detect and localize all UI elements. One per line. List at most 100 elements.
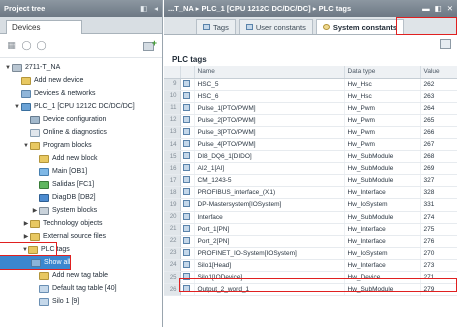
collapse-arrow-icon[interactable]: ▼ — [4, 65, 12, 71]
grid-view-icon[interactable]: ▦ — [6, 40, 17, 51]
table-options-icon[interactable] — [440, 39, 451, 49]
collapse-arrow-icon[interactable]: ▼ — [13, 104, 21, 110]
value-cell[interactable]: 266 — [420, 126, 457, 139]
data-type-cell[interactable]: Hw_SubModule — [344, 150, 421, 164]
value-cell[interactable]: 268 — [420, 150, 457, 164]
tree-node[interactable]: Silo 1 [9] — [0, 295, 162, 308]
expand-arrow-icon[interactable]: ▶ — [22, 220, 30, 227]
value-cell[interactable]: 262 — [420, 78, 457, 91]
tree-node[interactable]: ▼ Program blocks — [0, 139, 162, 152]
value-cell[interactable]: 264 — [420, 102, 457, 115]
data-type-cell[interactable]: Hw_Device — [344, 271, 421, 285]
value-cell[interactable]: 265 — [420, 114, 457, 127]
table-row[interactable]: 15 DI8_DQ6_1[DIDO] Hw_SubModule 268 — [164, 150, 457, 164]
tag-name-cell[interactable]: Output_2_word_1 — [194, 283, 345, 297]
tag-name-cell[interactable]: PROFIBUS_interface_(X1) — [194, 186, 345, 200]
value-cell[interactable]: 273 — [420, 259, 457, 273]
value-cell[interactable]: 327 — [420, 174, 457, 188]
tag-name-cell[interactable]: Silo1[IODevice] — [194, 271, 345, 285]
data-type-cell[interactable]: Hw_Pwm — [344, 126, 421, 139]
data-type-cell[interactable]: Hw_Interface — [344, 259, 421, 273]
tab-system-constants[interactable]: System constants — [315, 19, 405, 34]
tag-name-cell[interactable]: DI8_DQ6_1[DIDO] — [194, 150, 345, 164]
collapse-arrow-icon[interactable]: ▼ — [22, 143, 30, 149]
table-row[interactable]: 22 Port_2[PN] Hw_Interface 276 — [164, 235, 457, 248]
table-row[interactable]: 26 Output_2_word_1 Hw_SubModule 279 — [164, 283, 457, 297]
data-type-cell[interactable]: Hw_SubModule — [344, 162, 421, 176]
tree-node[interactable]: Add new tag table — [0, 269, 162, 282]
tree-node[interactable]: DiagDB [DB2] — [0, 191, 162, 204]
data-type-cell[interactable]: Hw_SubModule — [344, 174, 421, 188]
value-cell[interactable]: 271 — [420, 271, 457, 285]
table-row[interactable]: 16 AI2_1[AI] Hw_SubModule 269 — [164, 162, 457, 176]
data-type-cell[interactable]: Hw_Pwm — [344, 102, 421, 115]
table-row[interactable]: 21 Port_1[PN] Hw_Interface 275 — [164, 223, 457, 236]
value-cell[interactable]: 269 — [420, 162, 457, 176]
tag-name-cell[interactable]: Pulse_2[PTO/PWM] — [194, 114, 345, 127]
restore-icon[interactable]: ◧ — [435, 4, 442, 13]
data-type-cell[interactable]: Hw_SubModule — [344, 283, 421, 297]
data-type-cell[interactable]: Hw_SubModule — [344, 211, 421, 224]
tree-node[interactable]: ▶ Technology objects — [0, 217, 162, 230]
data-type-cell[interactable]: Hw_IoSystem — [344, 247, 421, 260]
tag-name-cell[interactable]: Pulse_4[PTO/PWM] — [194, 138, 345, 152]
tag-name-cell[interactable]: Pulse_3[PTO/PWM] — [194, 126, 345, 139]
value-cell[interactable]: 279 — [420, 283, 457, 297]
data-type-cell[interactable]: Hw_Pwm — [344, 138, 421, 152]
tree-node[interactable]: ▼ PLC tags — [0, 242, 70, 257]
table-row[interactable]: 23 PROFINET_IO-System[IOSystem] Hw_IoSyste… — [164, 247, 457, 260]
tree-node[interactable]: Add new device — [0, 74, 162, 87]
data-type-cell[interactable]: Hw_Hsc — [344, 78, 421, 91]
back-icon[interactable]: ◯ — [21, 40, 32, 51]
table-row[interactable]: 19 DP-Mastersystem[IOSystem] Hw_IoSystem 33… — [164, 198, 457, 212]
tree-node[interactable]: Main [OB1] — [0, 165, 162, 178]
tree-node[interactable]: ▼ PLC_1 [CPU 1212C DC/DC/DC] — [0, 100, 162, 113]
tag-name-cell[interactable]: Silo1[Head] — [194, 259, 345, 273]
tree-node[interactable]: Add new block — [0, 152, 162, 165]
table-row[interactable]: 18 PROFIBUS_interface_(X1) Hw_Interface 328 — [164, 186, 457, 200]
tag-name-cell[interactable]: HSC_6 — [194, 90, 345, 103]
value-cell[interactable]: 331 — [420, 198, 457, 212]
value-column-header[interactable]: Value — [420, 66, 457, 79]
close-icon[interactable]: ✕ — [447, 4, 453, 13]
tag-name-cell[interactable]: CM_1243-5 — [194, 174, 345, 188]
tree-node[interactable]: ▼ 2711-T_NA — [0, 61, 162, 74]
tag-name-cell[interactable]: AI2_1[AI] — [194, 162, 345, 176]
collapse-panel-icon[interactable]: ◧ — [140, 4, 147, 13]
tree-node[interactable]: ▶ External source files — [0, 230, 162, 243]
type-column-header[interactable]: Data type — [344, 66, 421, 79]
tree-node[interactable]: Devices & networks — [0, 87, 162, 100]
minimize-icon[interactable]: ▬ — [422, 4, 430, 13]
forward-icon[interactable]: ◯ — [36, 40, 47, 51]
data-type-cell[interactable]: Hw_Interface — [344, 223, 421, 236]
tag-name-cell[interactable]: HSC_5 — [194, 78, 345, 91]
tag-name-cell[interactable]: Interface — [194, 211, 345, 224]
value-cell[interactable]: 276 — [420, 235, 457, 248]
table-row[interactable]: 10 HSC_6 Hw_Hsc 263 — [164, 90, 457, 103]
data-type-cell[interactable]: Hw_Interface — [344, 235, 421, 248]
value-cell[interactable]: 263 — [420, 90, 457, 103]
data-type-cell[interactable]: Hw_Interface — [344, 186, 421, 200]
data-type-cell[interactable]: Hw_IoSystem — [344, 198, 421, 212]
table-row[interactable]: 9 HSC_5 Hw_Hsc 262 — [164, 78, 457, 91]
tree-node[interactable]: Device configuration — [0, 113, 162, 126]
tag-name-cell[interactable]: Port_1[PN] — [194, 223, 345, 236]
tab-user-constants[interactable]: User constants — [238, 19, 313, 34]
tree-node[interactable]: Default tag table [40] — [0, 282, 162, 295]
table-row[interactable]: 25 Silo1[IODevice] Hw_Device 271 — [164, 271, 457, 285]
table-row[interactable]: 24 Silo1[Head] Hw_Interface 273 — [164, 259, 457, 273]
tag-name-cell[interactable]: DP-Mastersystem[IOSystem] — [194, 198, 345, 212]
data-type-cell[interactable]: Hw_Pwm — [344, 114, 421, 127]
table-row[interactable]: 14 Pulse_4[PTO/PWM] Hw_Pwm 267 — [164, 138, 457, 152]
pin-icon[interactable]: ◂ — [154, 4, 158, 13]
tree-node[interactable]: Salidas [FC1] — [0, 178, 162, 191]
table-row[interactable]: 12 Pulse_2[PTO/PWM] Hw_Pwm 265 — [164, 114, 457, 127]
value-cell[interactable]: 274 — [420, 211, 457, 224]
devices-tab[interactable]: Devices — [6, 20, 82, 34]
expand-arrow-icon[interactable]: ▶ — [31, 207, 39, 214]
tree-node[interactable]: ▶ System blocks — [0, 204, 162, 217]
tree-node[interactable]: Show all tags — [0, 255, 86, 270]
table-row[interactable]: 13 Pulse_3[PTO/PWM] Hw_Pwm 266 — [164, 126, 457, 139]
data-type-cell[interactable]: Hw_Hsc — [344, 90, 421, 103]
value-cell[interactable]: 270 — [420, 247, 457, 260]
